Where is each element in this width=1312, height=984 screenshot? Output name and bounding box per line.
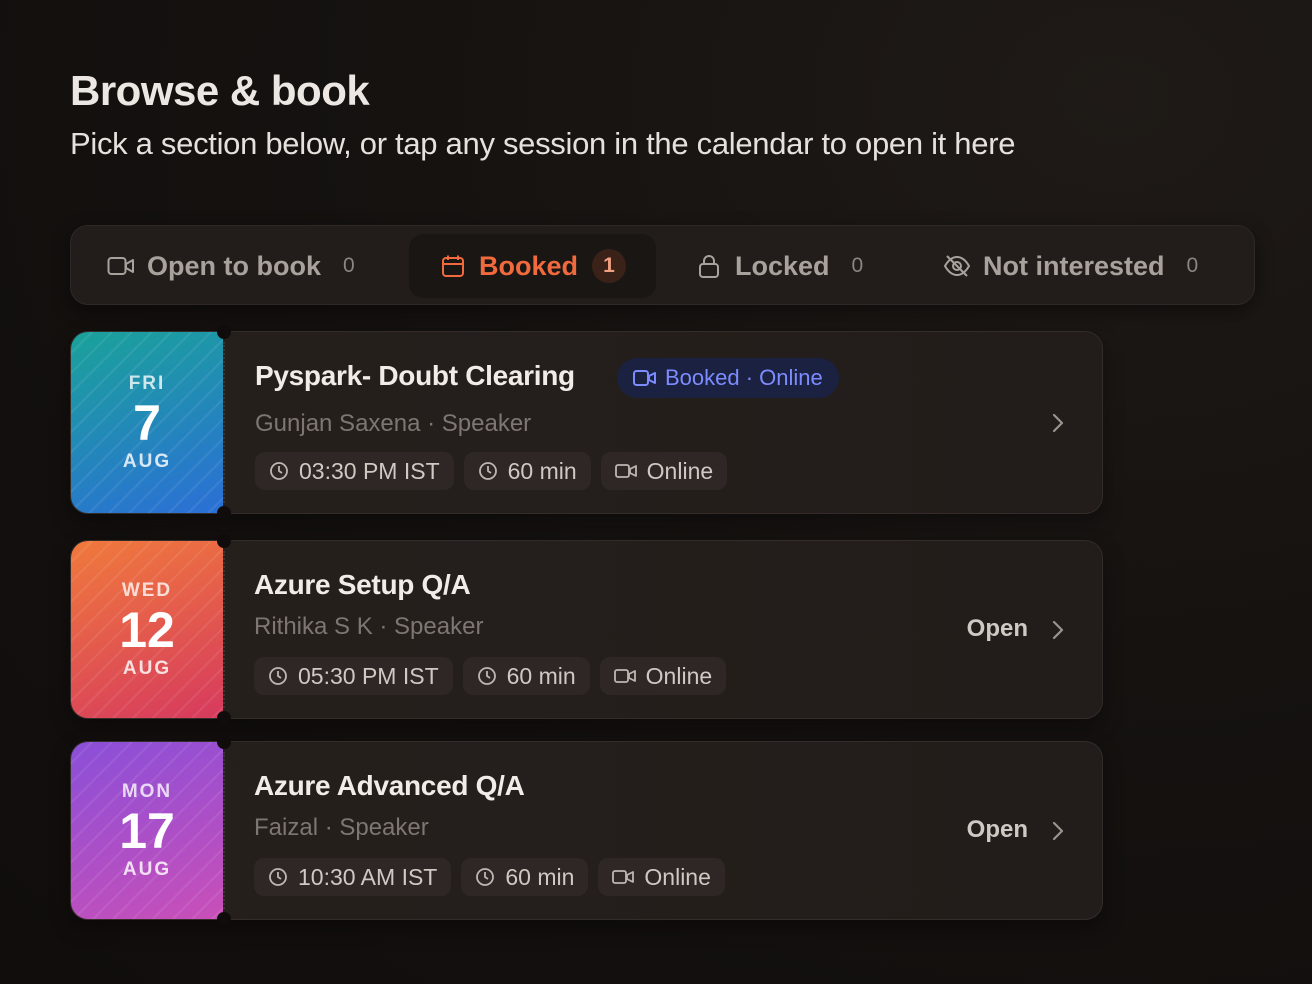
eye-off-icon <box>943 252 971 280</box>
session-speaker: Faizal · Speaker <box>254 814 429 841</box>
clock-icon <box>268 867 288 887</box>
duration-label: 60 min <box>507 457 577 484</box>
duration-chip: 60 min <box>461 858 589 896</box>
mode-label: Online <box>645 662 713 689</box>
clock-icon <box>477 666 497 686</box>
chevron-right-icon[interactable] <box>1048 821 1068 841</box>
chevron-right-icon[interactable] <box>1048 620 1068 640</box>
video-icon <box>612 869 635 885</box>
tab-booked[interactable]: Booked 1 <box>409 234 657 298</box>
mode-label: Online <box>646 457 714 484</box>
date-month: AUG <box>122 858 172 880</box>
ticket-perforation <box>223 551 225 708</box>
session-meta: 10:30 AM IST 60 min Online <box>254 858 725 896</box>
calendar-icon <box>439 252 467 280</box>
lock-icon <box>695 252 723 280</box>
time-label: 03:30 PM IST <box>299 457 440 484</box>
ticket-notch <box>217 506 231 520</box>
tab-count: 0 <box>1186 254 1199 277</box>
date-badge: WED 12 AUG <box>71 541 223 718</box>
section-tabs: Open to book 0 Booked 1 Locked 0 Not int… <box>70 225 1255 305</box>
session-card[interactable]: MON 17 AUG Azure Advanced Q/A Faizal · S… <box>70 735 1103 926</box>
mode-chip: Online <box>600 452 728 490</box>
mode-label: Online <box>644 863 711 890</box>
clock-icon <box>268 666 288 686</box>
date-month: AUG <box>122 450 172 472</box>
ticket-perforation <box>223 752 225 909</box>
page-subtitle: Pick a section below, or tap any session… <box>70 126 1016 161</box>
session-title: Azure Advanced Q/A <box>254 770 525 801</box>
mode-chip: Online <box>598 858 725 896</box>
time-chip: 03:30 PM IST <box>255 452 454 490</box>
date-weekday: FRI <box>128 372 166 394</box>
ticket-notch <box>217 912 231 926</box>
session-speaker: Rithika S K · Speaker <box>254 613 484 640</box>
status-badge: Booked · Online <box>617 358 839 398</box>
page-header: Browse & book Pick a section below, or t… <box>70 64 1015 164</box>
date-month: AUG <box>122 657 172 679</box>
video-icon <box>614 463 637 479</box>
mode-chip: Online <box>599 657 727 695</box>
tab-open-to-book[interactable]: Open to book 0 <box>107 234 355 298</box>
duration-label: 60 min <box>505 863 575 890</box>
status-badge-label: Booked · Online <box>665 365 823 390</box>
ticket-perforation <box>223 342 225 503</box>
duration-chip: 60 min <box>462 657 590 695</box>
session-card[interactable]: FRI 7 AUG Pyspark- Doubt Clearing Booked… <box>70 325 1103 520</box>
clock-icon <box>478 461 498 481</box>
tab-count: 0 <box>851 254 864 277</box>
ticket-notch <box>217 534 231 548</box>
session-speaker: Gunjan Saxena · Speaker <box>255 410 532 437</box>
tab-count-badge: 1 <box>592 249 627 283</box>
date-day: 12 <box>119 601 175 658</box>
ticket-notch <box>217 735 231 749</box>
open-button[interactable]: Open <box>967 615 1028 643</box>
tab-locked[interactable]: Locked 0 <box>695 234 863 298</box>
date-day: 17 <box>119 802 175 859</box>
tab-label: Locked <box>735 250 830 281</box>
date-weekday: MON <box>121 780 173 802</box>
ticket-notch <box>217 325 231 339</box>
tab-not-interested[interactable]: Not interested 0 <box>943 234 1198 298</box>
ticket-notch <box>217 711 231 725</box>
time-label: 05:30 PM IST <box>298 662 439 689</box>
page-title: Browse & book <box>70 67 370 114</box>
video-icon <box>107 252 135 280</box>
date-weekday: WED <box>121 579 173 601</box>
tab-count: 0 <box>342 254 355 277</box>
session-card[interactable]: WED 12 AUG Azure Setup Q/A Rithika S K ·… <box>70 534 1103 725</box>
chevron-right-icon[interactable] <box>1048 413 1068 433</box>
session-meta: 03:30 PM IST 60 min Online <box>255 452 728 490</box>
tab-label: Not interested <box>983 250 1165 281</box>
tab-label: Booked <box>479 250 579 281</box>
tab-label: Open to book <box>147 250 321 281</box>
clock-icon <box>269 461 289 481</box>
time-label: 10:30 AM IST <box>298 863 438 890</box>
clock-icon <box>475 867 495 887</box>
date-badge: MON 17 AUG <box>71 742 223 919</box>
duration-chip: 60 min <box>463 452 591 490</box>
session-title: Azure Setup Q/A <box>254 569 471 600</box>
session-meta: 05:30 PM IST 60 min Online <box>254 657 727 695</box>
video-icon <box>613 668 636 684</box>
time-chip: 10:30 AM IST <box>254 858 452 896</box>
date-day: 7 <box>133 394 161 451</box>
date-badge: FRI 7 AUG <box>71 332 223 513</box>
session-title: Pyspark- Doubt Clearing <box>255 360 575 391</box>
video-icon <box>633 369 657 387</box>
open-button[interactable]: Open <box>967 816 1028 844</box>
time-chip: 05:30 PM IST <box>254 657 453 695</box>
duration-label: 60 min <box>506 662 576 689</box>
